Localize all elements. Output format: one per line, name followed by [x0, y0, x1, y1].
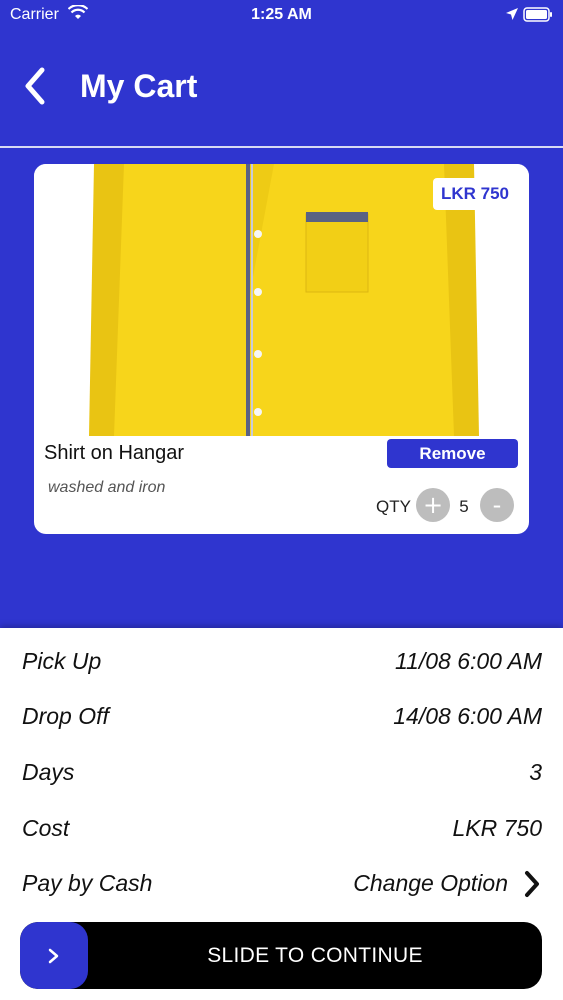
- days-label: Days: [22, 759, 75, 785]
- header-divider: [0, 146, 563, 148]
- cost-value: LKR 750: [452, 815, 542, 841]
- qty-value: 5: [459, 497, 469, 516]
- days-value: 3: [529, 759, 542, 785]
- status-time: 1:25 AM: [251, 6, 312, 23]
- slider-handle[interactable]: [20, 922, 88, 989]
- price-badge: LKR 750: [432, 178, 517, 210]
- pickup-value: 11/08 6:00 AM: [394, 648, 542, 674]
- dropoff-label: Drop Off: [22, 703, 109, 729]
- pickup-label: Pick Up: [22, 648, 102, 674]
- qty-decrease-button[interactable]: -: [480, 488, 514, 522]
- product-description: washed and iron: [48, 479, 166, 496]
- status-bar: Carrier 1:25 AM: [0, 0, 563, 30]
- order-summary-panel: Pick Up 11/08 6:00 AM Drop Off 14/08 6:0…: [0, 628, 563, 1000]
- pickup-row: Pick Up 11/08 6:00 AM: [22, 648, 542, 682]
- back-button[interactable]: [14, 64, 54, 108]
- battery-icon: [523, 7, 552, 22]
- page-title: My Cart: [80, 68, 198, 104]
- slider-label: SLIDE TO CONTINUE: [207, 944, 423, 967]
- cost-label: Cost: [22, 815, 70, 841]
- cost-row: Cost LKR 750: [22, 815, 542, 849]
- remove-button[interactable]: Remove: [387, 439, 518, 468]
- dropoff-row: Drop Off 14/08 6:00 AM: [22, 703, 542, 737]
- product-name: Shirt on Hangar: [44, 442, 185, 464]
- qty-increase-button[interactable]: +: [416, 488, 450, 522]
- dropoff-value: 14/08 6:00 AM: [393, 703, 542, 729]
- payment-row: Pay by Cash Change Option: [22, 870, 542, 904]
- cart-item-card: LKR 750 Shirt on Hangar washed and iron …: [34, 164, 529, 534]
- location-arrow-icon: [506, 8, 518, 20]
- header: My Cart: [0, 30, 563, 147]
- days-row: Days 3: [22, 759, 542, 793]
- qty-label: QTY: [376, 497, 411, 516]
- change-option-label: Change Option: [353, 870, 508, 896]
- chevron-left-icon: [25, 67, 45, 105]
- slide-to-continue[interactable]: SLIDE TO CONTINUE: [20, 922, 542, 989]
- chevron-right-icon: [48, 948, 59, 964]
- chevron-right-icon: [525, 871, 539, 897]
- payment-method-label: Pay by Cash: [22, 870, 153, 896]
